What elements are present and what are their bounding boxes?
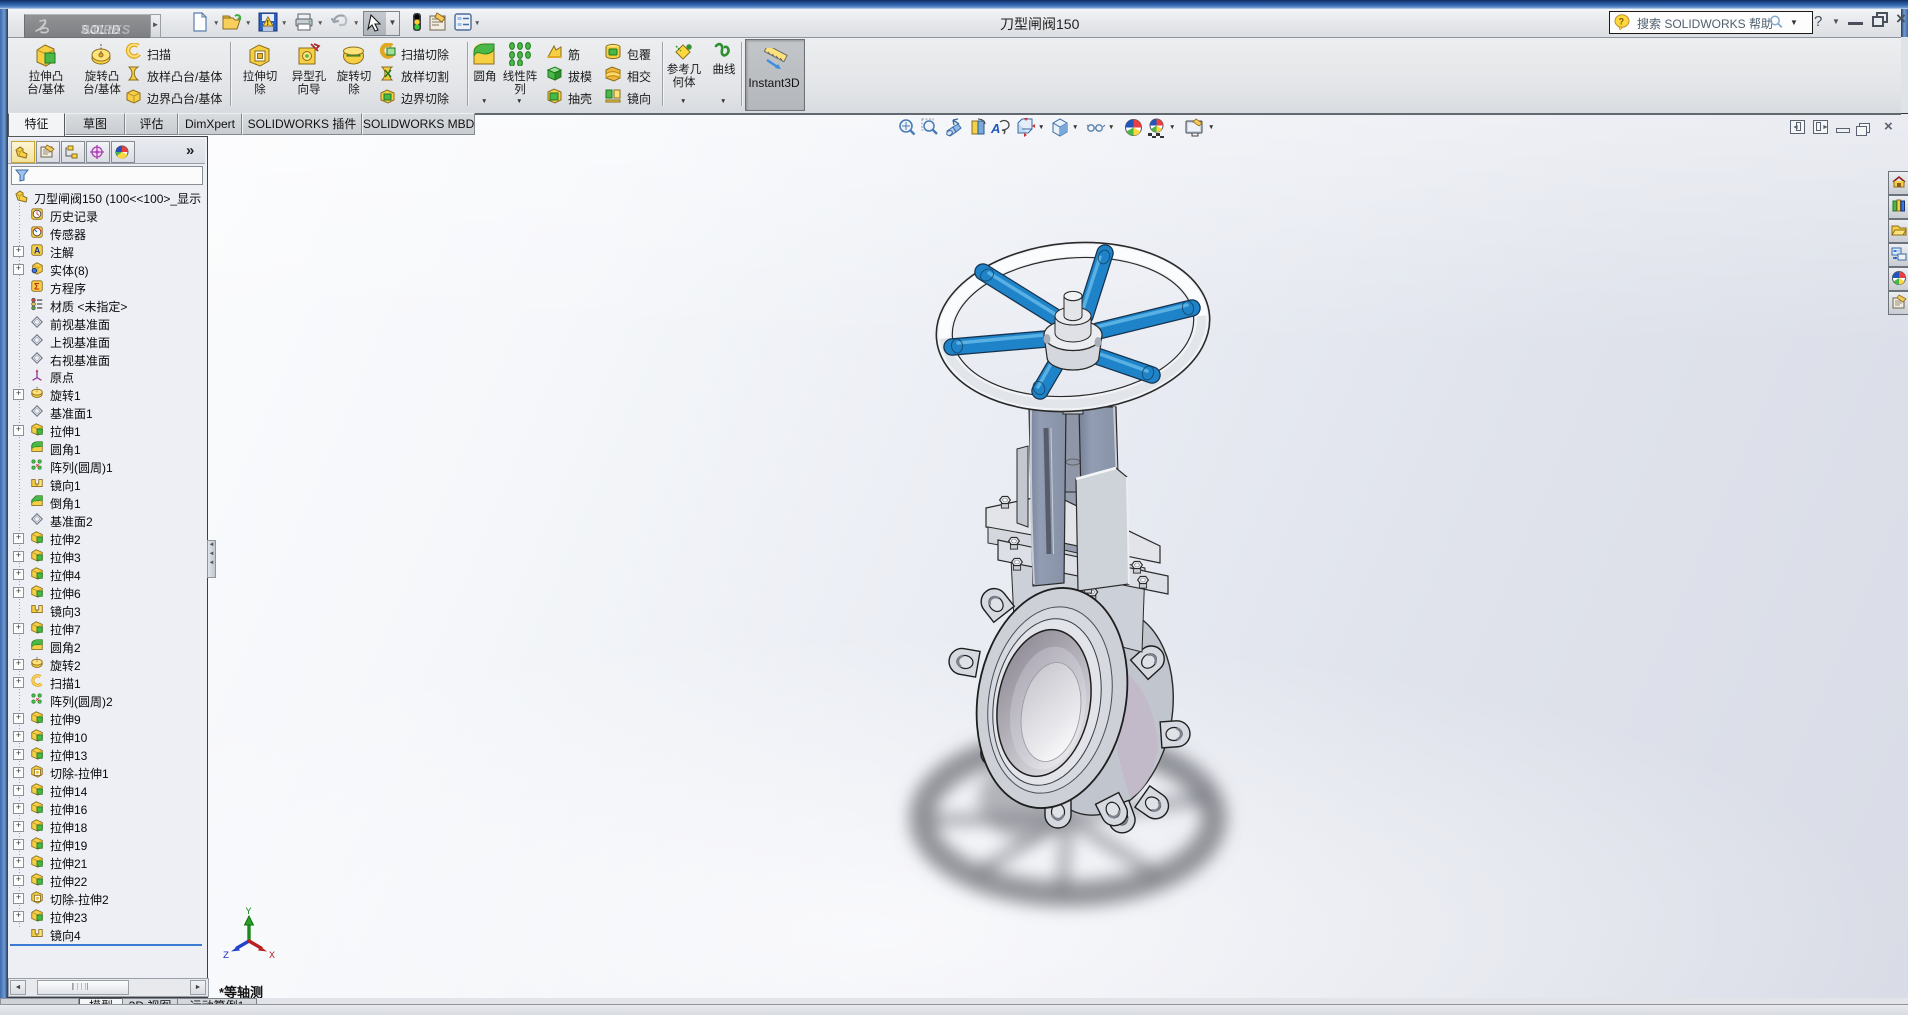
svg-text:?: ? (1619, 16, 1625, 26)
svg-text:!: ! (267, 20, 269, 27)
svg-text:A: A (990, 121, 1000, 136)
svg-text:Z: Z (223, 951, 229, 962)
svg-text:X: X (269, 951, 275, 962)
svg-text:Y: Y (246, 907, 252, 918)
